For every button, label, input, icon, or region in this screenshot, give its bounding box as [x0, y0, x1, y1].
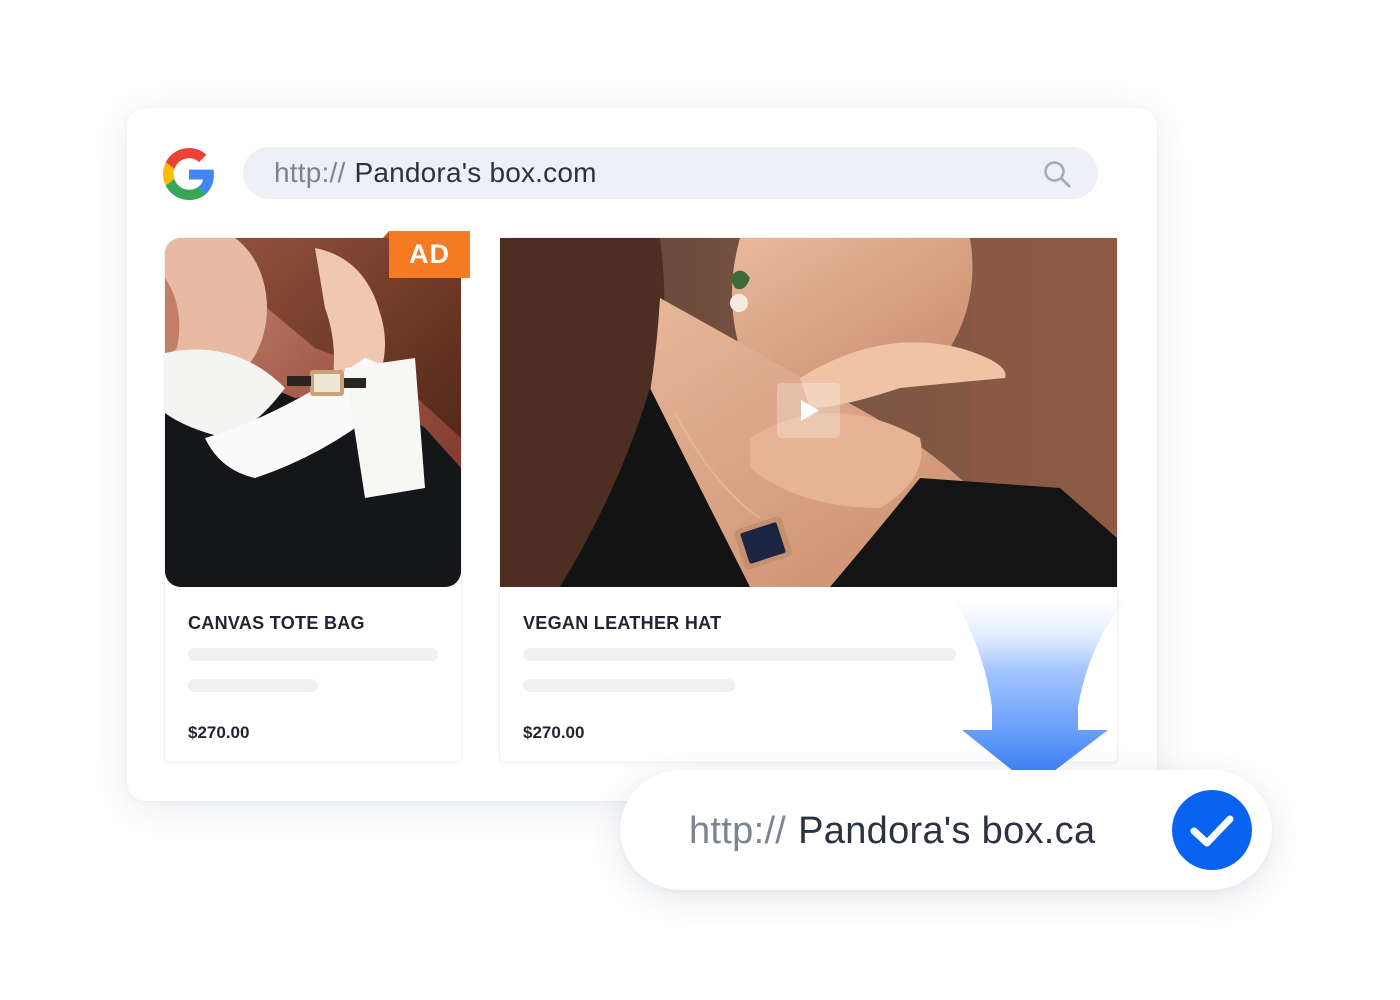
- search-icon[interactable]: [1042, 159, 1072, 189]
- product-video-thumbnail[interactable]: [500, 238, 1117, 587]
- product-title[interactable]: VEGAN LEATHER HAT: [523, 613, 721, 634]
- product-card-canvas-tote[interactable]: CANVAS TOTE BAG $270.00: [165, 238, 461, 762]
- search-url-domain: Pandora's box.com: [354, 157, 597, 188]
- down-arrow-icon: [948, 587, 1136, 787]
- checkmark-icon: [1190, 815, 1234, 847]
- redirect-result-url[interactable]: http:// Pandora's box.ca: [620, 770, 1272, 890]
- product-price: $270.00: [523, 723, 585, 742]
- ad-badge: AD: [389, 231, 470, 278]
- text-placeholder-line: [523, 679, 735, 692]
- google-logo-icon: [163, 148, 214, 200]
- search-url-protocol: http://: [274, 157, 346, 188]
- result-url-text: http:// Pandora's box.ca: [689, 810, 1095, 853]
- address-search-bar[interactable]: http:// Pandora's box.com: [243, 147, 1098, 199]
- product-price: $270.00: [188, 723, 250, 742]
- text-placeholder-line: [523, 648, 956, 661]
- text-placeholder-line: [188, 679, 318, 692]
- result-url-protocol: http://: [689, 810, 787, 852]
- product-title[interactable]: CANVAS TOTE BAG: [188, 613, 365, 634]
- product-photo: [165, 238, 461, 587]
- result-url-domain: Pandora's box.ca: [798, 810, 1096, 852]
- play-button[interactable]: [777, 383, 840, 438]
- text-placeholder-line: [188, 648, 438, 661]
- verified-check-badge: [1172, 790, 1252, 870]
- play-icon: [801, 400, 819, 421]
